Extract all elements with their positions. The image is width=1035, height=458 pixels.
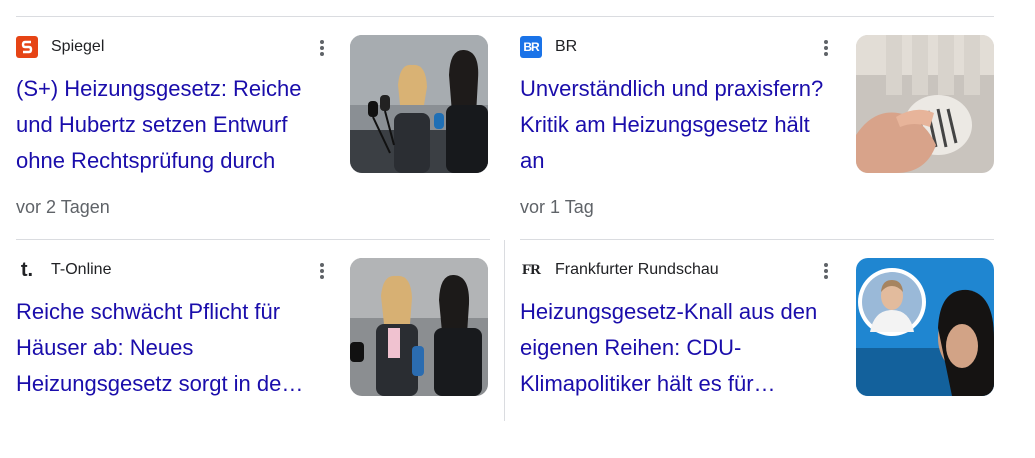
thumbnail-image[interactable]	[856, 258, 994, 396]
br-logo-icon: BR	[520, 36, 542, 58]
news-card-t-online[interactable]: t. T-Online Reiche schwächt Pflicht für …	[16, 258, 494, 458]
more-options-icon[interactable]	[314, 260, 330, 282]
t-online-logo-icon: t.	[16, 259, 38, 281]
publish-date: vor 2 Tagen	[16, 197, 110, 217]
row-divider-right	[520, 239, 994, 240]
fr-logo-icon: FR	[520, 259, 542, 281]
source-row: FR Frankfurter Rundschau	[520, 258, 719, 282]
more-options-icon[interactable]	[314, 37, 330, 59]
column-divider	[504, 240, 505, 421]
spiegel-logo-icon	[16, 36, 38, 58]
headline-link[interactable]: (S+) Heizungsgesetz: Reiche und Hubertz …	[16, 71, 336, 179]
headline-link[interactable]: Unverständlich und praxisfern? Kritik am…	[520, 71, 840, 179]
news-card-spiegel[interactable]: Spiegel (S+) Heizungsgesetz: Reiche und …	[16, 35, 494, 235]
news-card-br[interactable]: BR BR Unverständlich und praxisfern? Kri…	[520, 35, 998, 235]
news-card-frankfurter-rundschau[interactable]: FR Frankfurter Rundschau Heizungsgesetz-…	[520, 258, 998, 458]
thumbnail-image[interactable]	[856, 35, 994, 173]
thumbnail-image[interactable]	[350, 35, 488, 173]
t-online-logo-letter: t.	[20, 258, 34, 281]
headline-link[interactable]: Heizungsgesetz-Knall aus den eigenen Rei…	[520, 294, 840, 402]
source-row: Spiegel	[16, 35, 104, 59]
headline-link[interactable]: Reiche schwächt Pflicht für Häuser ab: N…	[16, 294, 336, 402]
source-name: BR	[555, 38, 578, 55]
publish-date: vor 1 Tag	[520, 197, 594, 217]
source-name: Spiegel	[51, 38, 105, 55]
source-row: t. T-Online	[16, 258, 112, 282]
source-name: Frankfurter Rundschau	[555, 261, 719, 278]
row-divider-left	[16, 239, 490, 240]
thumbnail-image[interactable]	[350, 258, 488, 396]
more-options-icon[interactable]	[818, 37, 834, 59]
more-options-icon[interactable]	[818, 260, 834, 282]
fr-logo-letters: FR	[522, 261, 541, 278]
top-divider	[16, 16, 994, 17]
source-name: T-Online	[51, 261, 112, 278]
source-row: BR BR	[520, 35, 577, 59]
